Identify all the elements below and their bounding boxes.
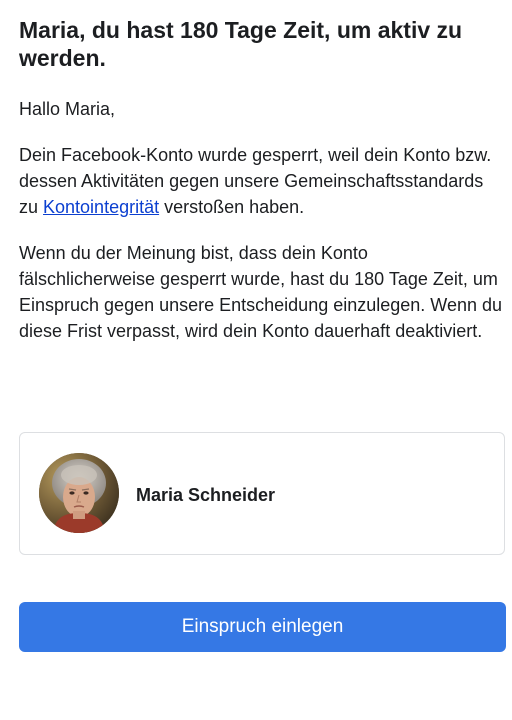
email-body: Maria, du hast 180 Tage Zeit, um aktiv z… <box>19 16 507 344</box>
email-headline: Maria, du hast 180 Tage Zeit, um aktiv z… <box>19 17 463 71</box>
account-integrity-link[interactable]: Kontointegrität <box>43 197 159 217</box>
appeal-button[interactable]: Einspruch einlegen <box>19 602 506 652</box>
account-name: Maria Schneider <box>136 485 276 505</box>
profile-photo-icon <box>39 453 119 533</box>
avatar <box>39 453 119 533</box>
greeting-text: Hallo Maria, <box>19 99 116 119</box>
suspension-paragraph: Dein Facebook-Konto wurde gesperrt, weil… <box>19 142 507 220</box>
account-card: Maria Schneider <box>19 432 505 555</box>
suspension-text-end: verstoßen haben. <box>159 197 305 217</box>
appeal-deadline-paragraph: Wenn du der Meinung bist, dass dein Kont… <box>19 243 503 341</box>
